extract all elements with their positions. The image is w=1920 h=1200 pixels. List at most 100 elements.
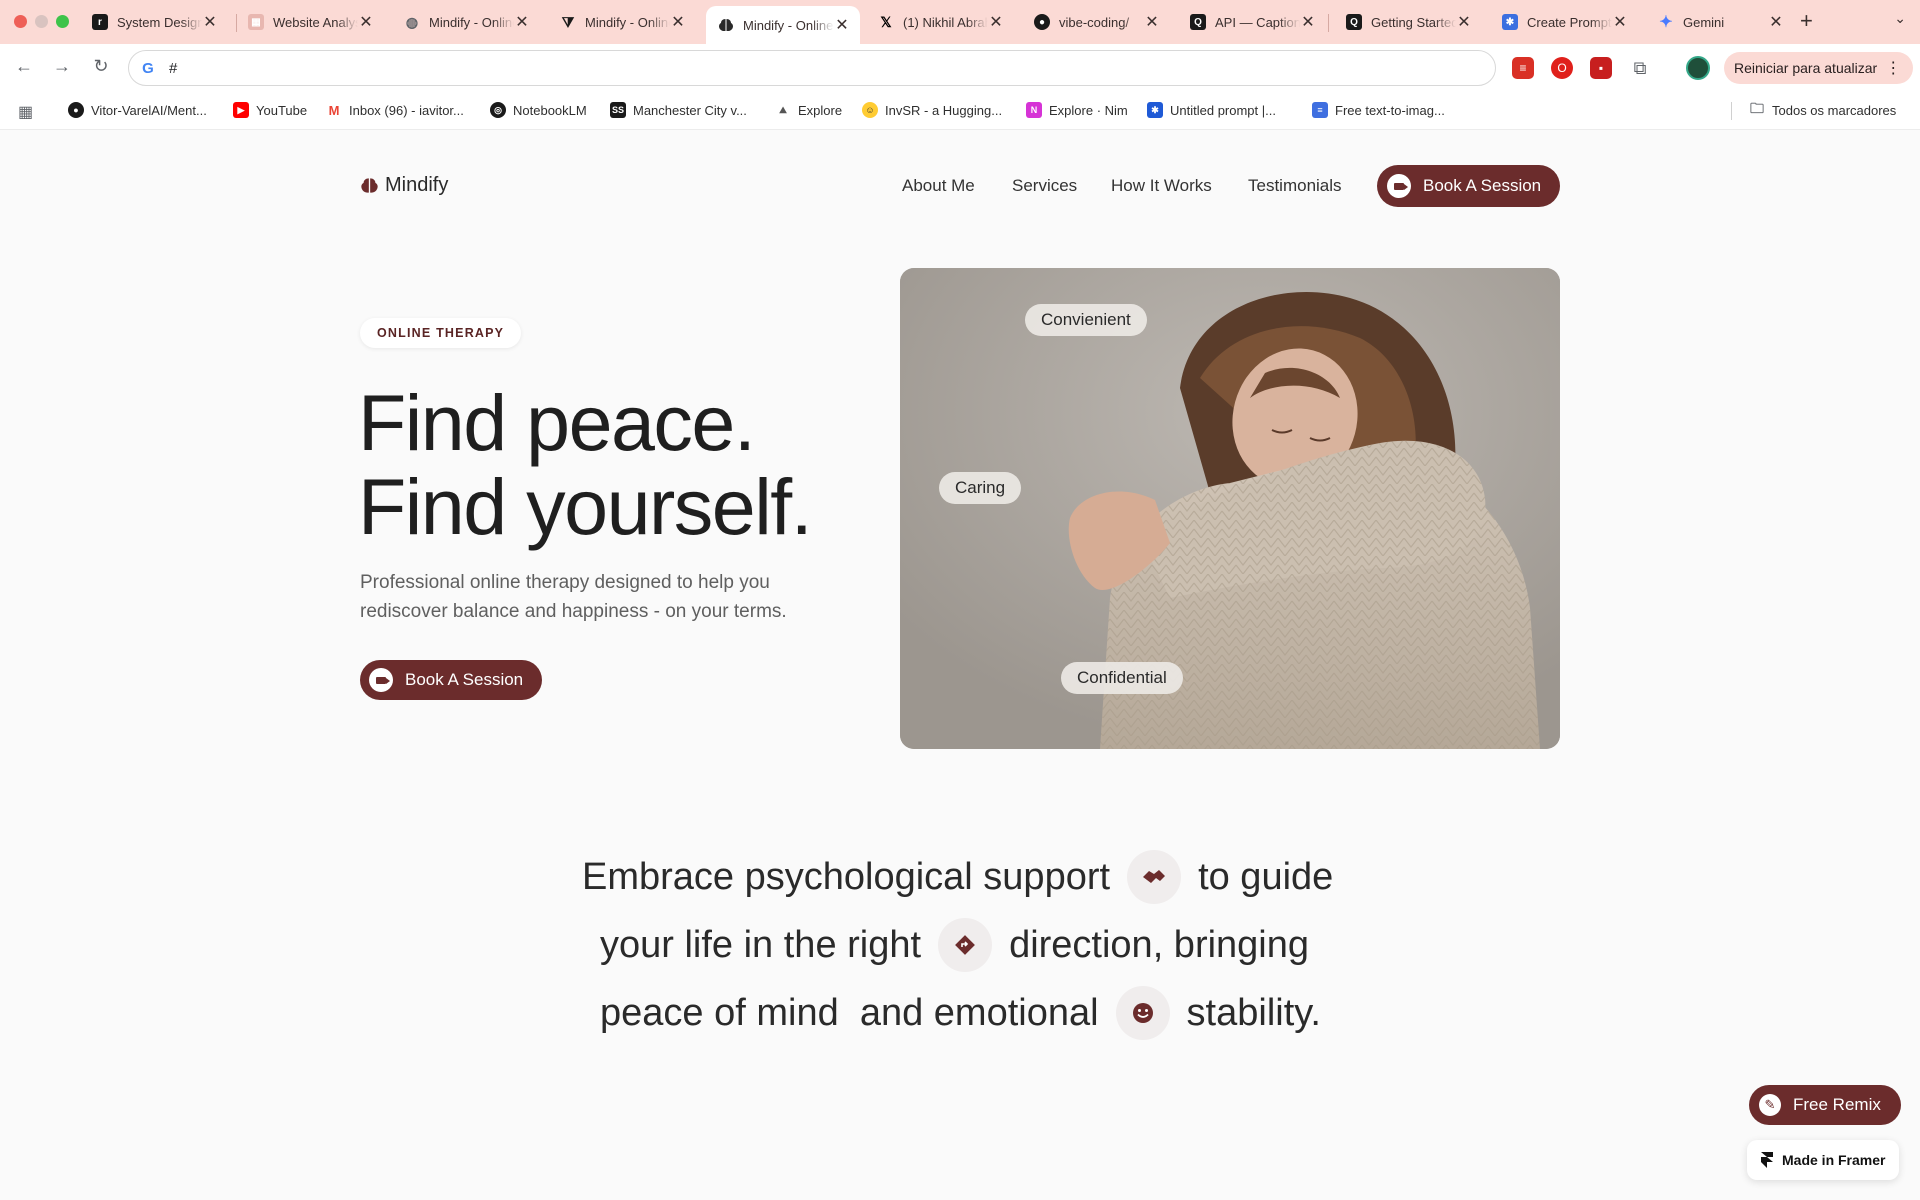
bookmark-item[interactable]: ◎ NotebookLM <box>490 102 587 118</box>
browser-tab-active[interactable]: Mindify - Online ✕ <box>706 6 860 44</box>
mission-text: to guide <box>1198 855 1334 898</box>
brain-icon <box>361 178 378 193</box>
update-label: Reiniciar para atualizar <box>1734 60 1878 76</box>
tab-search-chevron-icon[interactable]: ⌄ <box>1894 10 1906 27</box>
bookmarks-bar: ▦ ● Vitor-VarelAI/Ment... ▶ YouTube M In… <box>0 92 1920 130</box>
bookmark-item[interactable]: ⛰ Explore <box>775 102 842 118</box>
more-vert-icon[interactable]: ⋮ <box>1885 58 1901 78</box>
mission-line-3: peace of mind and emotional stability. <box>600 986 1321 1040</box>
bookmark-item[interactable]: ✱ Untitled prompt |... <box>1147 102 1276 118</box>
nav-about-me[interactable]: About Me <box>902 176 975 196</box>
browser-tab[interactable]: ✱ Create Prompt ✕ <box>1490 6 1638 38</box>
todoist-extension-icon[interactable]: ≡ <box>1512 57 1534 79</box>
hero-book-session-button[interactable]: Book A Session <box>360 660 543 700</box>
close-window-button[interactable] <box>14 15 27 28</box>
mission-line-1: Embrace psychological support to guide <box>582 850 1333 904</box>
back-arrow-icon[interactable]: ← <box>12 56 36 77</box>
bookmark-item[interactable]: ▶ YouTube <box>233 102 307 118</box>
tab-title: Website Analysis <box>273 14 358 30</box>
notebooklm-icon: ◎ <box>490 102 506 118</box>
bookmark-item[interactable]: M Inbox (96) - iavitor... <box>326 102 464 118</box>
tab-title: Gemini <box>1683 14 1725 30</box>
apps-grid-icon[interactable]: ▦ <box>18 102 33 122</box>
browser-tab[interactable]: Q API — Captions ✕ <box>1178 6 1326 38</box>
profile-avatar[interactable] <box>1686 56 1710 80</box>
tab-title: API — Captions <box>1215 14 1300 30</box>
close-tab-icon[interactable]: ✕ <box>670 12 686 32</box>
bookmark-item[interactable]: SS Manchester City v... <box>610 102 747 118</box>
close-tab-icon[interactable]: ✕ <box>1144 12 1160 32</box>
globe-icon: ◍ <box>404 13 420 30</box>
browser-tab[interactable]: ▦ Website Analysis ✕ <box>236 6 384 38</box>
forward-arrow-icon[interactable]: → <box>50 56 74 77</box>
free-remix-button[interactable]: ✎ Free Remix <box>1749 1085 1901 1125</box>
gmail-icon: M <box>328 102 340 118</box>
address-text[interactable]: # <box>169 60 177 77</box>
browser-tab[interactable]: ◍ Mindify - Online ✕ <box>392 6 540 38</box>
nav-book-session-button[interactable]: Book A Session <box>1377 165 1561 207</box>
framer-label: Made in Framer <box>1782 1152 1886 1168</box>
minimize-window-button[interactable] <box>35 15 48 28</box>
browser-tab[interactable]: 𝕏 (1) Nikhil Abraham ✕ <box>866 6 1014 38</box>
close-tab-icon[interactable]: ✕ <box>202 12 218 32</box>
brand-logo[interactable]: Mindify <box>360 174 448 197</box>
close-tab-icon[interactable]: ✕ <box>834 15 850 35</box>
github-icon: ● <box>68 102 84 118</box>
close-tab-icon[interactable]: ✕ <box>988 12 1004 32</box>
tab-title: Mindify - Online <box>429 14 514 30</box>
close-tab-icon[interactable]: ✕ <box>358 12 374 32</box>
close-tab-icon[interactable]: ✕ <box>1612 12 1628 32</box>
bookmark-item[interactable]: ☺ InvSR - a Hugging... <box>862 102 1002 118</box>
hero-subtext: Professional online therapy designed to … <box>360 572 787 622</box>
remix-label: Free Remix <box>1793 1095 1881 1114</box>
close-tab-icon[interactable]: ✕ <box>1300 12 1316 32</box>
browser-tab[interactable]: ⧩ Mindify - Online ✕ <box>548 6 696 38</box>
folder-icon: 🗀 <box>1750 100 1764 116</box>
recorder-extension-icon[interactable]: ▪ <box>1590 57 1612 79</box>
tab-title: Mindify - Online <box>743 17 834 33</box>
pill-confidential: Confidential <box>1061 662 1183 694</box>
pill-caring: Caring <box>939 472 1022 504</box>
reload-icon[interactable]: ↻ <box>89 56 113 77</box>
all-bookmarks-label: Todos os marcadores <box>1772 102 1897 118</box>
opera-extension-icon[interactable]: O <box>1551 57 1573 79</box>
made-in-framer-badge[interactable]: Made in Framer <box>1747 1140 1900 1180</box>
browser-tab[interactable]: ● vibe-coding/ ✕ <box>1022 6 1170 38</box>
video-camera-icon <box>369 668 393 692</box>
browser-tab[interactable]: r System Design ✕ <box>80 6 228 38</box>
github-icon: ● <box>1034 14 1050 30</box>
browser-tab-bar: r System Design ✕ ▦ Website Analysis ✕ ◍… <box>0 0 1920 44</box>
woman-in-sweater-illustration <box>900 268 1560 749</box>
bookmark-item[interactable]: ≡ Free text-to-imag... <box>1312 102 1445 118</box>
close-tab-icon[interactable]: ✕ <box>514 12 530 32</box>
restart-to-update-button[interactable]: Reiniciar para atualizar ⋮ <box>1724 52 1914 84</box>
all-bookmarks-button[interactable]: 🗀 Todos os marcadores <box>1749 100 1897 118</box>
tab-title: Create Prompt <box>1527 14 1612 30</box>
bookmark-item[interactable]: N Explore · Nim <box>1026 102 1128 118</box>
new-tab-button[interactable]: + <box>1800 8 1813 34</box>
remix-icon: ✎ <box>1759 1094 1781 1116</box>
mission-text: direction, bringing <box>1009 923 1310 966</box>
r-icon: r <box>92 14 108 30</box>
nim-icon: N <box>1026 102 1042 118</box>
nav-how-it-works[interactable]: How It Works <box>1111 176 1212 196</box>
maximize-window-button[interactable] <box>56 15 69 28</box>
mission-text: Embrace psychological support <box>582 855 1111 898</box>
huggingface-icon: ☺ <box>862 102 878 118</box>
window-controls <box>14 15 69 28</box>
address-bar[interactable]: G # <box>128 50 1496 86</box>
browser-tab[interactable]: ✦ Gemini ✕ <box>1646 6 1794 38</box>
close-tab-icon[interactable]: ✕ <box>1768 12 1784 32</box>
tab-title: System Design <box>117 14 202 30</box>
bookmark-item[interactable]: ● Vitor-VarelAI/Ment... <box>68 102 207 118</box>
nav-testimonials[interactable]: Testimonials <box>1248 176 1342 196</box>
nav-services[interactable]: Services <box>1012 176 1077 196</box>
close-tab-icon[interactable]: ✕ <box>1456 12 1472 32</box>
captions-icon: Q <box>1346 14 1362 30</box>
extensions-puzzle-icon[interactable]: ⧉ <box>1629 57 1651 79</box>
puzzle-icon: ✱ <box>1502 14 1518 30</box>
explore-icon: ⛰ <box>779 104 787 115</box>
browser-tab[interactable]: Q Getting Started ✕ <box>1334 6 1482 38</box>
hero-headline: Find peace. Find yourself. <box>358 381 813 549</box>
browser-toolbar: ← → ↻ G # ≡ O ▪ ⧉ Reiniciar para atualiz… <box>0 44 1920 92</box>
